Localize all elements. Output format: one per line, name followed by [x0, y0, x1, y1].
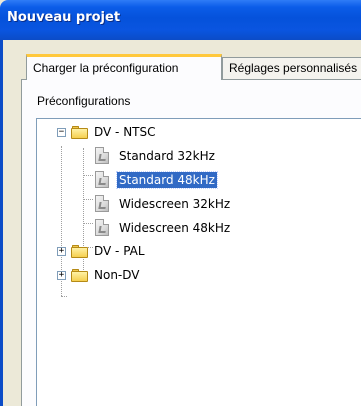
collapse-icon[interactable]: − — [57, 128, 66, 137]
tree-folder-dv-ntsc[interactable]: − DV - NTSC — [37, 124, 337, 142]
item-label: Standard 48kHz — [116, 171, 218, 189]
tab-panel: Préconfigurations − DV - NTSC Standard 3… — [21, 79, 361, 406]
preset-file-icon — [95, 171, 109, 188]
item-label: Widescreen 48kHz — [119, 221, 231, 235]
window-title: Nouveau projet — [7, 10, 121, 25]
window-titlebar[interactable]: Nouveau projet — [0, 0, 361, 40]
window-body: Charger la préconfiguration Réglages per… — [0, 40, 361, 406]
tab-charger-preconfiguration[interactable]: Charger la préconfiguration — [26, 54, 222, 80]
folder-label: Non-DV — [94, 268, 140, 282]
item-label: Widescreen 32kHz — [119, 197, 231, 211]
preset-file-icon — [95, 147, 109, 164]
preset-file-icon — [95, 195, 109, 212]
expand-icon[interactable]: + — [57, 247, 66, 256]
preconfigurations-label: Préconfigurations — [37, 94, 131, 108]
expand-icon[interactable]: + — [57, 271, 66, 280]
tree-item-standard-48khz[interactable]: Standard 48kHz — [37, 171, 337, 190]
tab-label: Réglages personnalisés — [229, 61, 358, 75]
tree-item-widescreen-32khz[interactable]: Widescreen 32kHz — [37, 195, 337, 214]
item-label: Standard 32kHz — [119, 149, 215, 163]
tree-folder-dv-pal[interactable]: + DV - PAL — [37, 243, 337, 261]
folder-icon — [71, 126, 88, 139]
preset-tree[interactable]: − DV - NTSC Standard 32kHz Standard 48kH… — [36, 118, 361, 406]
tab-reglages-personnalises[interactable]: Réglages personnalisés — [222, 57, 361, 79]
tree-item-widescreen-48khz[interactable]: Widescreen 48kHz — [37, 219, 337, 238]
tab-label: Charger la préconfiguration — [33, 61, 179, 75]
tree-folder-non-dv[interactable]: + Non-DV — [37, 267, 337, 285]
folder-icon — [71, 269, 88, 282]
tree-item-standard-32khz[interactable]: Standard 32kHz — [37, 147, 337, 166]
folder-label: DV - NTSC — [94, 125, 156, 139]
tree-connector-line — [61, 296, 67, 297]
folder-icon — [71, 245, 88, 258]
folder-label: DV - PAL — [94, 244, 145, 258]
preset-file-icon — [95, 219, 109, 236]
